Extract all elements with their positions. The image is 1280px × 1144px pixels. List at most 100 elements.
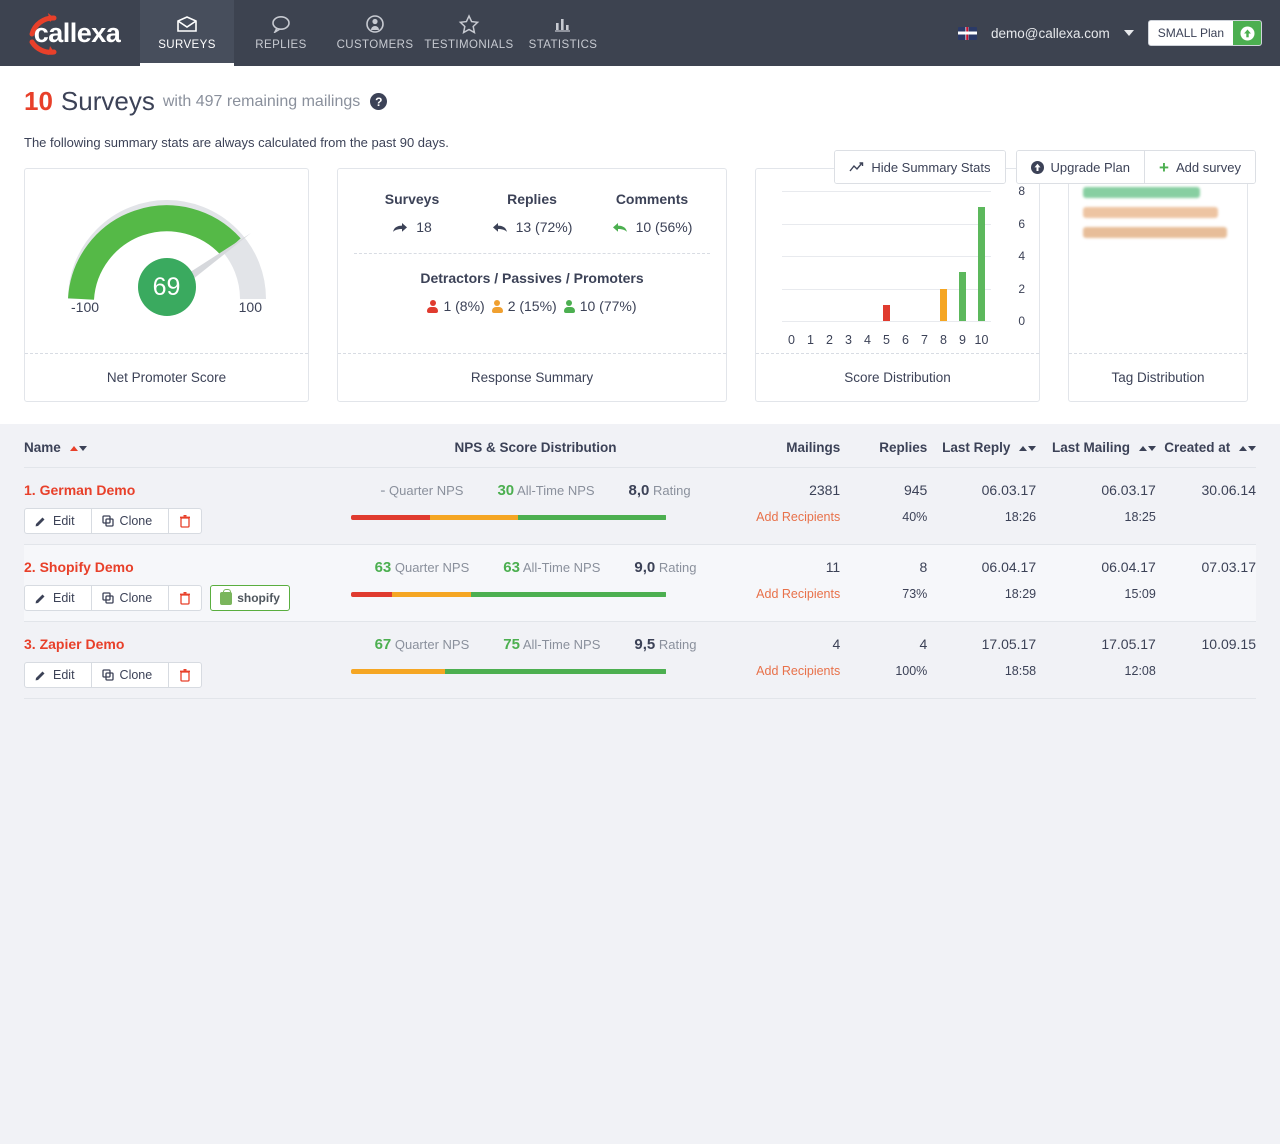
nav-label-customers: CUSTOMERS (337, 39, 414, 51)
dpp-detractors: 1 (8%) (427, 298, 484, 314)
clone-label: Clone (120, 591, 153, 605)
trash-icon (179, 592, 191, 605)
nav-item-customers[interactable]: CUSTOMERS (328, 0, 422, 66)
add-recipients-link[interactable]: Add Recipients (721, 510, 841, 524)
plan-badge[interactable]: SMALL Plan (1148, 20, 1262, 46)
sort-desc-icon[interactable] (79, 446, 87, 451)
nav-item-surveys[interactable]: SURVEYS (140, 0, 234, 66)
sort-asc-icon[interactable] (1019, 446, 1027, 451)
distribution-segment (351, 669, 446, 674)
dpp-passives: 2 (15%) (492, 298, 557, 314)
quarter-nps: 67 Quarter NPS (375, 636, 470, 653)
dpp-title: Detractors / Passives / Promoters (338, 270, 726, 286)
last-reply-time: 18:29 (927, 587, 1036, 601)
grid-line (782, 256, 991, 257)
arrow-up-circle-icon[interactable] (1233, 21, 1261, 45)
score-distribution-chart: 02468 012345678910 (774, 183, 1029, 347)
replies-percent: 40% (840, 510, 927, 524)
row-action-group: Edit Clone (24, 585, 202, 611)
cell-name: 2. Shopify Demo Edit Clone shopify (24, 545, 351, 622)
pencil-icon (35, 515, 47, 527)
sort-desc-icon[interactable] (1028, 446, 1036, 451)
add-recipients-link[interactable]: Add Recipients (721, 587, 841, 601)
x-axis-tick-label: 9 (953, 333, 972, 347)
row-action-group: Edit Clone (24, 662, 202, 688)
person-icon-passive (492, 300, 503, 313)
all-time-nps-value: 63 (503, 559, 520, 576)
add-recipients-link[interactable]: Add Recipients (721, 664, 841, 678)
last-mailing-date: 06.04.17 (1036, 559, 1156, 575)
nav-item-statistics[interactable]: STATISTICS (516, 0, 610, 66)
nps-card-footer: Net Promoter Score (25, 353, 308, 401)
nav-label-statistics: STATISTICS (529, 39, 598, 51)
sort-asc-icon[interactable] (70, 446, 78, 451)
sort-control-last-mailing[interactable] (1139, 446, 1156, 451)
edit-button[interactable]: Edit (25, 663, 85, 687)
clone-label: Clone (120, 668, 153, 682)
col-header-last-reply[interactable]: Last Reply (927, 424, 1036, 468)
quarter-nps-value: 63 (375, 559, 392, 576)
bar-chart-icon (552, 13, 574, 35)
sort-desc-icon[interactable] (1148, 446, 1156, 451)
created-at-value: 10.09.15 (1156, 636, 1256, 652)
comment-icon (270, 13, 292, 35)
survey-name-link[interactable]: 1. German Demo (24, 482, 351, 498)
survey-name-link[interactable]: 3. Zapier Demo (24, 636, 351, 652)
table-row[interactable]: 3. Zapier DemoEditClone67 Quarter NPS75 … (24, 622, 1256, 699)
edit-button[interactable]: Edit (25, 509, 85, 533)
last-mailing-time: 15:09 (1036, 587, 1156, 601)
sort-asc-icon[interactable] (1239, 446, 1247, 451)
table-row[interactable]: 1. German DemoEditClone- Quarter NPS30 A… (24, 468, 1256, 545)
replies-value: 945 (840, 482, 927, 498)
response-divider (354, 253, 710, 254)
delete-button[interactable] (168, 586, 201, 610)
sort-control-created-at[interactable] (1239, 446, 1256, 451)
envelope-icon (176, 13, 198, 35)
surveys-table-body: 1. German DemoEditClone- Quarter NPS30 A… (24, 468, 1256, 699)
copy-icon (102, 669, 114, 681)
edit-label: Edit (53, 514, 75, 528)
cell-replies: 4100% (840, 622, 927, 699)
delete-button[interactable] (168, 663, 201, 687)
quarter-nps: - Quarter NPS (380, 482, 463, 499)
col-header-created-at[interactable]: Created at (1156, 424, 1256, 468)
x-axis-tick-label: 7 (915, 333, 934, 347)
rating-value: 8,0 (629, 482, 650, 499)
user-email[interactable]: demo@callexa.com (991, 26, 1110, 41)
col-header-last-mailing[interactable]: Last Mailing (1036, 424, 1156, 468)
last-mailing-time: 12:08 (1036, 664, 1156, 678)
cell-created-at: 30.06.14 (1156, 468, 1256, 545)
sort-control-last-reply[interactable] (1019, 446, 1036, 451)
survey-name-link[interactable]: 2. Shopify Demo (24, 559, 351, 575)
edit-button[interactable]: Edit (25, 586, 85, 610)
table-row[interactable]: 2. Shopify DemoEditCloneshopify63 Quarte… (24, 545, 1256, 622)
copy-icon (102, 515, 114, 527)
cell-mailings: 4Add Recipients (721, 622, 841, 699)
nav-item-testimonials[interactable]: TESTIMONIALS (422, 0, 516, 66)
logo[interactable]: callexa (0, 0, 140, 66)
question-mark-icon[interactable]: ? (370, 93, 387, 110)
clone-button[interactable]: Clone (91, 663, 163, 687)
dpp-promoters: 10 (77%) (564, 298, 637, 314)
sort-control-name[interactable] (70, 446, 87, 451)
sort-desc-icon[interactable] (1248, 446, 1256, 451)
sort-asc-icon[interactable] (1139, 446, 1147, 451)
copy-icon (102, 592, 114, 604)
score-distribution-bar (351, 515, 667, 520)
nav-item-replies[interactable]: REPLIES (234, 0, 328, 66)
chevron-down-icon[interactable] (1124, 30, 1134, 36)
summary-cards: 69 -100 100 Net Promoter Score Surveys 1… (0, 150, 1280, 402)
col-header-replies: Replies (840, 424, 927, 468)
delete-button[interactable] (168, 509, 201, 533)
uk-flag-icon[interactable] (958, 27, 977, 40)
col-header-nps: NPS & Score Distribution (351, 424, 721, 468)
col-header-name[interactable]: Name (24, 424, 351, 468)
score-chart-x-labels: 012345678910 (782, 333, 991, 347)
survey-count: 10 (24, 86, 53, 117)
shopify-badge[interactable]: shopify (210, 585, 290, 611)
x-axis-tick-label: 2 (820, 333, 839, 347)
clone-button[interactable]: Clone (91, 509, 163, 533)
clone-button[interactable]: Clone (91, 586, 163, 610)
plan-label: SMALL Plan (1149, 26, 1233, 40)
pencil-icon (35, 592, 47, 604)
